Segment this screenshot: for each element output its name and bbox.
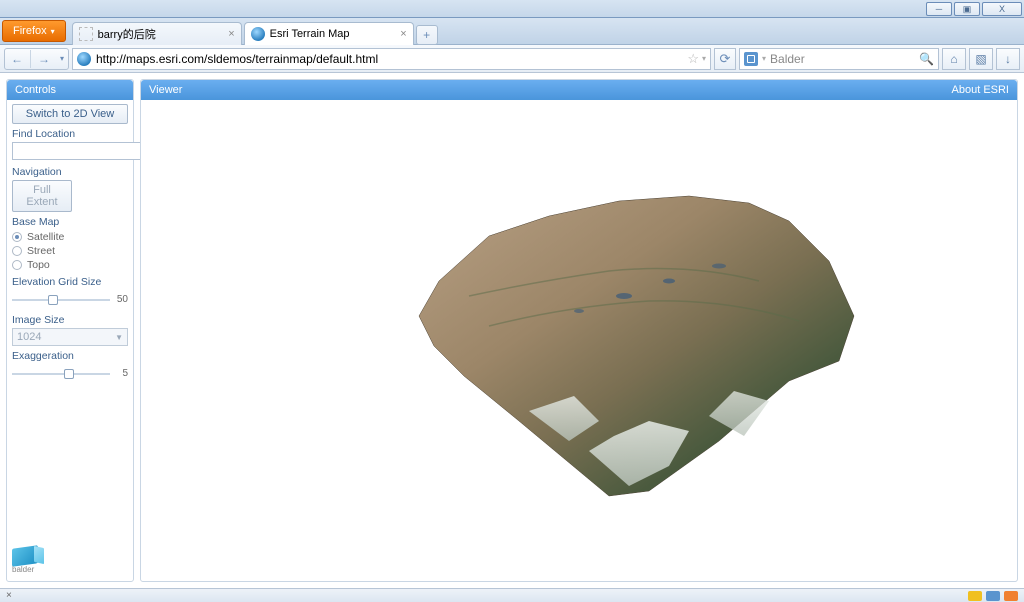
- globe-icon: [77, 52, 91, 66]
- controls-header: Controls: [7, 80, 133, 100]
- history-dropdown[interactable]: ▾: [56, 49, 68, 69]
- radio-satellite[interactable]: Satellite: [12, 231, 128, 243]
- new-tab-button[interactable]: +: [416, 25, 438, 45]
- search-placeholder: Balder: [770, 52, 805, 66]
- back-button[interactable]: ←: [5, 49, 29, 69]
- tab-close-icon[interactable]: ×: [228, 28, 234, 40]
- url-bar[interactable]: http://maps.esri.com/sldemos/terrainmap/…: [72, 48, 711, 70]
- elevation-value: 50: [117, 294, 128, 305]
- separator: [30, 50, 31, 68]
- elevation-slider[interactable]: 50: [12, 293, 128, 307]
- 3d-terrain-viewport[interactable]: [141, 100, 1017, 581]
- terrain-mesh: [289, 141, 869, 521]
- tab-barry[interactable]: barry的后院 ×: [72, 22, 242, 45]
- dropdown-icon: ▼: [115, 333, 123, 342]
- radio-dot-icon: [12, 260, 22, 270]
- basemap-label: Base Map: [12, 216, 128, 228]
- radio-dot-icon: [12, 232, 22, 242]
- about-esri-link[interactable]: About ESRI: [952, 84, 1009, 96]
- reload-button[interactable]: ⟳: [714, 48, 736, 70]
- search-icon[interactable]: 🔍: [919, 52, 934, 66]
- radio-label: Street: [27, 245, 55, 257]
- switch-2d-button[interactable]: Switch to 2D View: [12, 104, 128, 124]
- window-maximize[interactable]: ▣: [954, 2, 980, 16]
- tabstrip: barry的后院 × Esri Terrain Map × +: [66, 18, 1024, 45]
- viewer-title: Viewer: [149, 84, 182, 96]
- viewer-header: Viewer About ESRI: [141, 80, 1017, 100]
- viewer-panel: Viewer About ESRI: [140, 79, 1018, 582]
- window-titlebar: ─ ▣ X: [0, 0, 1024, 18]
- exaggeration-label: Exaggeration: [12, 350, 128, 362]
- navigation-label: Navigation: [12, 166, 128, 178]
- forward-button[interactable]: →: [32, 49, 56, 69]
- globe-favicon: [251, 27, 265, 41]
- search-engine-icon[interactable]: [744, 52, 758, 66]
- controls-body: Switch to 2D View Find Location Go Navig…: [7, 100, 133, 581]
- radio-dot-icon: [12, 246, 22, 256]
- full-extent-button[interactable]: Full Extent: [12, 180, 72, 212]
- radio-street[interactable]: Street: [12, 245, 128, 257]
- firefox-button[interactable]: Firefox ▾: [2, 20, 66, 42]
- status-bar: ×: [0, 588, 1024, 602]
- radio-label: Satellite: [27, 231, 64, 243]
- radio-label: Topo: [27, 259, 50, 271]
- firefox-menubar: Firefox ▾ barry的后院 × Esri Terrain Map × …: [0, 18, 1024, 45]
- download-button[interactable]: ↓: [996, 48, 1020, 70]
- dropdown-icon: ▾: [51, 27, 55, 36]
- url-text: http://maps.esri.com/sldemos/terrainmap/…: [96, 52, 684, 66]
- blank-favicon: [79, 27, 93, 41]
- slider-thumb[interactable]: [64, 369, 74, 379]
- tab-close-icon[interactable]: ×: [400, 28, 406, 40]
- controls-panel: Controls Switch to 2D View Find Location…: [6, 79, 134, 582]
- dropdown-icon[interactable]: ▾: [702, 54, 706, 63]
- home-button[interactable]: ⌂: [942, 48, 966, 70]
- exaggeration-value: 5: [122, 368, 128, 379]
- nav-buttons: ← → ▾: [4, 48, 69, 70]
- image-size-select[interactable]: 1024 ▼: [12, 328, 128, 346]
- radio-topo[interactable]: Topo: [12, 259, 128, 271]
- logo-label: balder: [12, 565, 42, 574]
- status-icon[interactable]: [986, 591, 1000, 601]
- slider-track: [12, 299, 110, 301]
- elevation-grid-label: Elevation Grid Size: [12, 276, 128, 288]
- find-location-label: Find Location: [12, 128, 128, 140]
- status-icon[interactable]: [968, 591, 982, 601]
- slider-track: [12, 373, 110, 375]
- search-bar[interactable]: ▾ Balder 🔍: [739, 48, 939, 70]
- firefox-button-label: Firefox: [13, 25, 47, 37]
- screenshot-button[interactable]: ▧: [969, 48, 993, 70]
- slider-thumb[interactable]: [48, 295, 58, 305]
- balder-logo: balder: [12, 547, 42, 577]
- bookmark-star-icon[interactable]: ☆: [687, 51, 699, 67]
- page-content: Controls Switch to 2D View Find Location…: [0, 73, 1024, 588]
- tab-label: barry的后院: [98, 26, 225, 42]
- window-minimize[interactable]: ─: [926, 2, 952, 16]
- status-icon[interactable]: [1004, 591, 1018, 601]
- navigation-toolbar: ← → ▾ http://maps.esri.com/sldemos/terra…: [0, 45, 1024, 73]
- image-size-label: Image Size: [12, 314, 128, 326]
- exaggeration-slider[interactable]: 5: [12, 367, 128, 381]
- image-size-value: 1024: [17, 331, 41, 343]
- tab-label: Esri Terrain Map: [270, 28, 397, 40]
- cube-icon: [12, 545, 38, 567]
- tab-esri-terrain[interactable]: Esri Terrain Map ×: [244, 22, 414, 45]
- window-close[interactable]: X: [982, 2, 1022, 16]
- dropdown-icon[interactable]: ▾: [762, 54, 766, 63]
- status-close[interactable]: ×: [6, 590, 12, 601]
